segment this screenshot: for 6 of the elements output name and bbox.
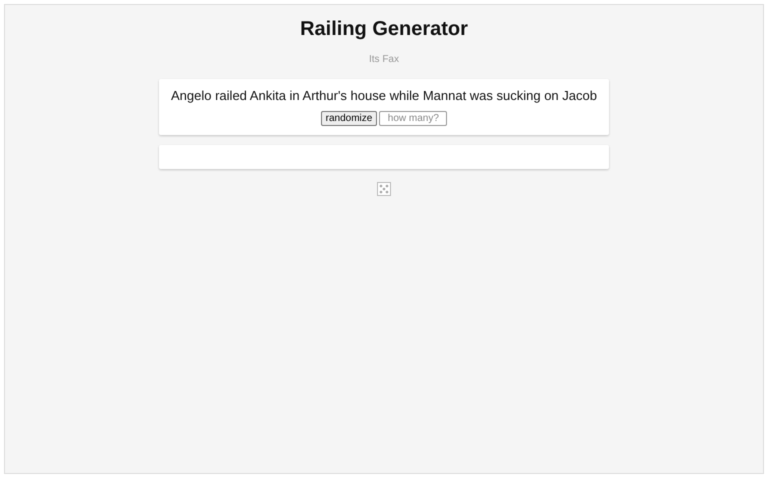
generated-sentence: Angelo railed Ankita in Arthur's house while Mannat was sucking on Jacob (170, 88, 598, 103)
subtitle: Its Fax (368, 54, 399, 65)
dice-icon[interactable] (377, 182, 391, 196)
count-field[interactable]: how many? (379, 111, 448, 126)
randomize-button[interactable]: randomize (320, 111, 378, 126)
page-title: Railing Generator (300, 18, 468, 41)
